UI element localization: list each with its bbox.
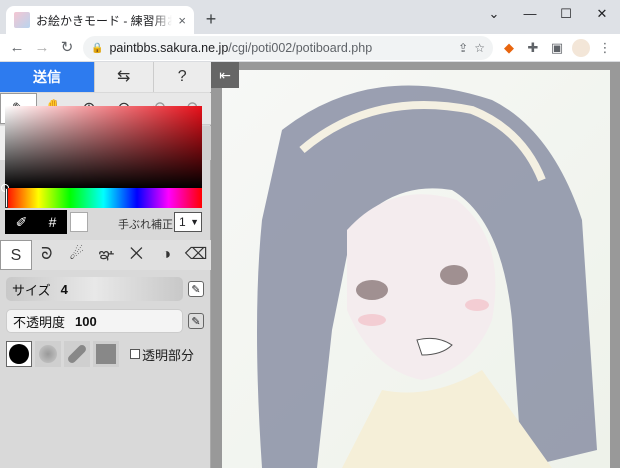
- secondary-color-swatch[interactable]: [70, 212, 88, 232]
- back-icon[interactable]: ←: [6, 37, 28, 59]
- reload-icon[interactable]: ↻: [56, 37, 78, 59]
- browser-toolbar: ← → ↻ 🔒 paintbbs.sakura.ne.jp/cgi/poti00…: [0, 34, 620, 62]
- sidepanel-icon[interactable]: ▣: [548, 39, 566, 57]
- size-value: 4: [60, 281, 68, 297]
- share-icon[interactable]: ⇪: [458, 41, 468, 55]
- pill-shape-button[interactable]: [64, 341, 90, 367]
- lock-icon: 🔒: [91, 42, 104, 54]
- mask-brush-icon[interactable]: ◑: [151, 240, 182, 270]
- checkbox-icon[interactable]: [130, 349, 140, 359]
- browser-titlebar: お絵かきモード - 練習用お絵かき掲示板 × + ⌄ — ☐ ✕: [0, 0, 620, 34]
- smudge-brush-icon[interactable]: ఞ: [91, 240, 122, 270]
- current-color-swatch[interactable]: ✐ #: [5, 210, 67, 234]
- tab-search-button[interactable]: ⌄: [476, 0, 512, 28]
- panel-topbar: 送信 ⇆ ?: [0, 62, 211, 92]
- transparent-checkbox[interactable]: 透明部分: [130, 345, 194, 364]
- eyedropper-icon[interactable]: ✐: [16, 214, 28, 231]
- close-window-button[interactable]: ✕: [584, 0, 620, 28]
- tab-close-button[interactable]: ×: [178, 13, 186, 28]
- watercolor-brush-icon[interactable]: ᘐ: [31, 240, 62, 270]
- blur-brush-icon[interactable]: ☄: [61, 240, 92, 270]
- url-text: paintbbs.sakura.ne.jp/cgi/poti002/potibo…: [109, 41, 373, 55]
- forward-icon[interactable]: →: [31, 37, 53, 59]
- stabilizer-select[interactable]: 1 ▼: [174, 212, 202, 232]
- send-button[interactable]: 送信: [0, 62, 94, 92]
- pen-brush-icon[interactable]: S: [0, 240, 32, 270]
- opacity-pen-icon[interactable]: ✎: [188, 313, 204, 329]
- pill-icon: [66, 343, 88, 365]
- soft-shape-button[interactable]: [35, 341, 61, 367]
- square-shape-button[interactable]: [93, 341, 119, 367]
- circle-icon: [9, 344, 29, 364]
- address-bar[interactable]: 🔒 paintbbs.sakura.ne.jp/cgi/poti002/poti…: [83, 36, 493, 60]
- avatar[interactable]: [572, 39, 590, 57]
- drawing-canvas[interactable]: [222, 70, 610, 468]
- transparent-label: 透明部分: [142, 347, 195, 363]
- opacity-label: 不透明度: [13, 314, 66, 330]
- hue-slider[interactable]: [5, 188, 202, 208]
- opacity-slider[interactable]: 不透明度 100: [6, 309, 183, 333]
- opacity-value: 100: [75, 313, 97, 329]
- browser-tab[interactable]: お絵かきモード - 練習用お絵かき掲示板 ×: [6, 6, 194, 34]
- square-icon: [96, 344, 116, 364]
- sketch-illustration: [257, 85, 597, 468]
- new-tab-button[interactable]: +: [200, 8, 222, 30]
- fill-brush-icon[interactable]: ⨉: [121, 240, 152, 270]
- circle-shape-button[interactable]: [6, 341, 32, 367]
- menu-icon[interactable]: ⋮: [596, 39, 614, 57]
- minimize-button[interactable]: —: [512, 0, 548, 28]
- chevron-down-icon: ▼: [190, 217, 199, 227]
- star-icon[interactable]: ☆: [474, 41, 485, 55]
- help-icon[interactable]: ?: [152, 62, 211, 92]
- color-picker[interactable]: [1, 106, 202, 192]
- hue-handle[interactable]: [5, 188, 8, 208]
- tab-title: お絵かきモード - 練習用お絵かき掲示板: [36, 13, 172, 28]
- favicon-icon: [14, 12, 30, 28]
- hex-button[interactable]: #: [49, 214, 57, 230]
- size-label: サイズ: [12, 282, 51, 298]
- brave-shield-icon[interactable]: ◆: [500, 39, 518, 57]
- brush-shapes: 透明部分: [6, 339, 210, 369]
- soft-circle-icon: [39, 345, 57, 363]
- maximize-button[interactable]: ☐: [548, 0, 584, 28]
- swap-icon[interactable]: ⇆: [94, 62, 153, 92]
- extensions-icon[interactable]: ✚: [524, 39, 542, 57]
- stabilizer-label: 手ぶれ補正: [118, 219, 173, 231]
- collapse-panel-icon[interactable]: ⇤: [211, 62, 239, 88]
- size-slider[interactable]: サイズ 4: [6, 277, 183, 301]
- size-pen-icon[interactable]: ✎: [188, 281, 204, 297]
- brush-types: S ᘐ ☄ ఞ ⨉ ◑ ⌫: [0, 240, 212, 270]
- eraser-icon[interactable]: ⌫: [181, 240, 212, 270]
